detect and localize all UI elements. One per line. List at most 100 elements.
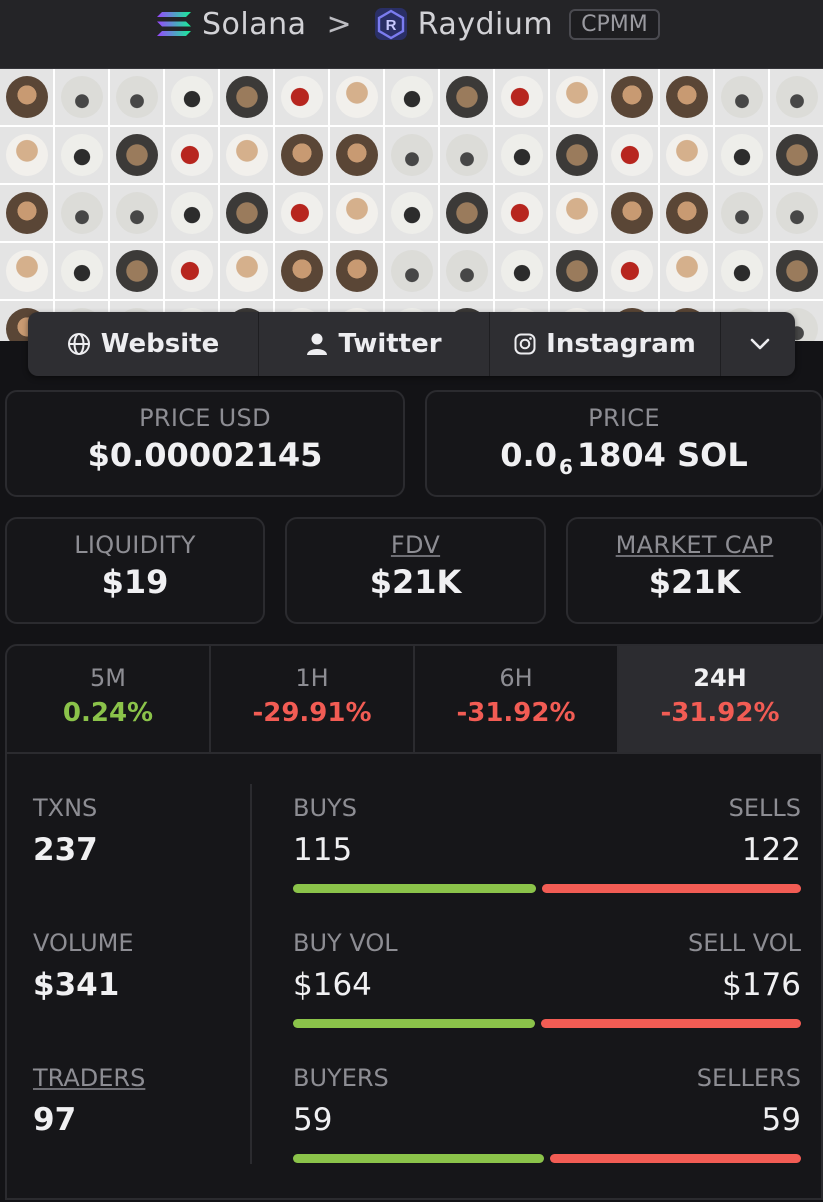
social-links-bar: Website Twitter Instagram [28, 312, 795, 376]
banner-photo [391, 192, 433, 234]
banner-photo-tile [330, 127, 385, 185]
banner-photo [501, 192, 543, 234]
banner-photo-tile [165, 69, 220, 127]
website-link-label: Website [100, 329, 220, 359]
banner-photo-tile [550, 243, 605, 301]
banner-photo [116, 76, 158, 118]
banner-photo [776, 192, 818, 234]
volume-value: $341 [33, 967, 120, 1003]
banner-photo [391, 76, 433, 118]
banner-photo-tile [0, 185, 55, 243]
banner-photo-tile [110, 127, 165, 185]
banner-photo-tile [495, 185, 550, 243]
tab-1h[interactable]: 1H -29.91% [211, 646, 415, 752]
tab-5m-label: 5M [90, 664, 126, 692]
banner-photo [776, 250, 818, 292]
banner-photo [171, 250, 213, 292]
more-links-button[interactable] [721, 312, 795, 376]
buys-label: BUYS [293, 794, 357, 822]
banner-photo [6, 250, 48, 292]
banner-photo-tile [385, 69, 440, 127]
banner-photo-tile [275, 127, 330, 185]
banner-photo-tile [330, 69, 385, 127]
txns-value: 237 [33, 832, 98, 868]
banner-photo [336, 76, 378, 118]
banner-photo [611, 76, 653, 118]
breadcrumb-dex[interactable]: Raydium [418, 7, 553, 42]
banner-photo [556, 250, 598, 292]
banner-photo [446, 76, 488, 118]
banner-photo [666, 134, 708, 176]
twitter-link[interactable]: Twitter [259, 312, 490, 376]
banner-photo-tile [110, 185, 165, 243]
banner-photo-tile [55, 185, 110, 243]
chevron-right-icon: > [326, 6, 352, 42]
banner-photo-tile [385, 185, 440, 243]
banner-photo-tile [275, 243, 330, 301]
instagram-link[interactable]: Instagram [490, 312, 721, 376]
market-cap-label[interactable]: MARKET CAP [568, 531, 821, 559]
banner-photo-tile [660, 127, 715, 185]
instagram-link-label: Instagram [546, 329, 696, 359]
price-native-zero-count: 6 [558, 455, 573, 479]
banner-photo [116, 250, 158, 292]
banner-photo-tile [495, 127, 550, 185]
banner-photo [556, 134, 598, 176]
banner-photo-tile [385, 243, 440, 301]
buy-sell-volume-row: BUY VOL SELL VOL $164 $176 [293, 929, 801, 1028]
banner-photo [611, 250, 653, 292]
buys-sells-row: BUYS SELLS 115 122 [293, 794, 801, 893]
fdv-label[interactable]: FDV [287, 531, 544, 559]
tab-24h-label: 24H [693, 664, 747, 692]
globe-icon [67, 333, 90, 355]
makers-ratio-bar [293, 1154, 801, 1163]
banner-photo-tile [660, 185, 715, 243]
banner-photo-tile [0, 69, 55, 127]
market-cap-value: $21K [648, 563, 741, 601]
banner-photo [226, 250, 268, 292]
fdv-box: FDV $21K [285, 517, 546, 624]
banner-photo [226, 76, 268, 118]
tab-24h[interactable]: 24H -31.92% [619, 646, 821, 752]
website-link[interactable]: Website [28, 312, 259, 376]
banner-photo-tile [220, 185, 275, 243]
sell-vol-value: $176 [722, 967, 801, 1003]
tab-6h[interactable]: 6H -31.92% [415, 646, 619, 752]
chevron-down-icon [750, 338, 769, 350]
banner-photo [776, 134, 818, 176]
tab-24h-change: -31.92% [660, 698, 780, 728]
banner-photo-tile [715, 185, 770, 243]
liquidity-box: LIQUIDITY $19 [5, 517, 265, 624]
banner-photo [446, 250, 488, 292]
banner-photo [556, 192, 598, 234]
buys-bar-segment [293, 884, 537, 893]
banner-photo-tile [715, 127, 770, 185]
banner-photo [721, 134, 763, 176]
timeframe-tabs: 5M 0.24% 1H -29.91% 6H -31.92% 24H -31.9… [7, 646, 821, 754]
banner-photo-tile [550, 69, 605, 127]
banner-photo-tile [110, 243, 165, 301]
banner-photo [171, 134, 213, 176]
banner-photo-tile [660, 243, 715, 301]
tab-1h-change: -29.91% [252, 698, 372, 728]
txns-label: TXNS [33, 794, 98, 822]
banner-photo [171, 192, 213, 234]
user-icon [307, 333, 328, 355]
tab-5m[interactable]: 5M 0.24% [7, 646, 211, 752]
sells-value: 122 [741, 832, 801, 868]
banner-photo [226, 134, 268, 176]
breadcrumb-chain[interactable]: Solana [202, 7, 307, 42]
banner-photo [116, 192, 158, 234]
banner-photo [446, 134, 488, 176]
traders-stat: TRADERS 97 [33, 1064, 145, 1138]
banner-photo-tile [110, 69, 165, 127]
banner-photo [61, 192, 103, 234]
traders-label[interactable]: TRADERS [33, 1064, 145, 1092]
banner-photo [281, 192, 323, 234]
buy-vol-bar-segment [293, 1019, 535, 1028]
metrics-area: TXNS 237 VOLUME $341 TRADERS 97 BUYS SEL… [7, 754, 821, 1202]
fdv-value: $21K [369, 563, 462, 601]
price-usd-value: $0.00002145 [87, 436, 323, 474]
banner-photo-tile [385, 127, 440, 185]
tab-5m-change: 0.24% [62, 698, 154, 728]
